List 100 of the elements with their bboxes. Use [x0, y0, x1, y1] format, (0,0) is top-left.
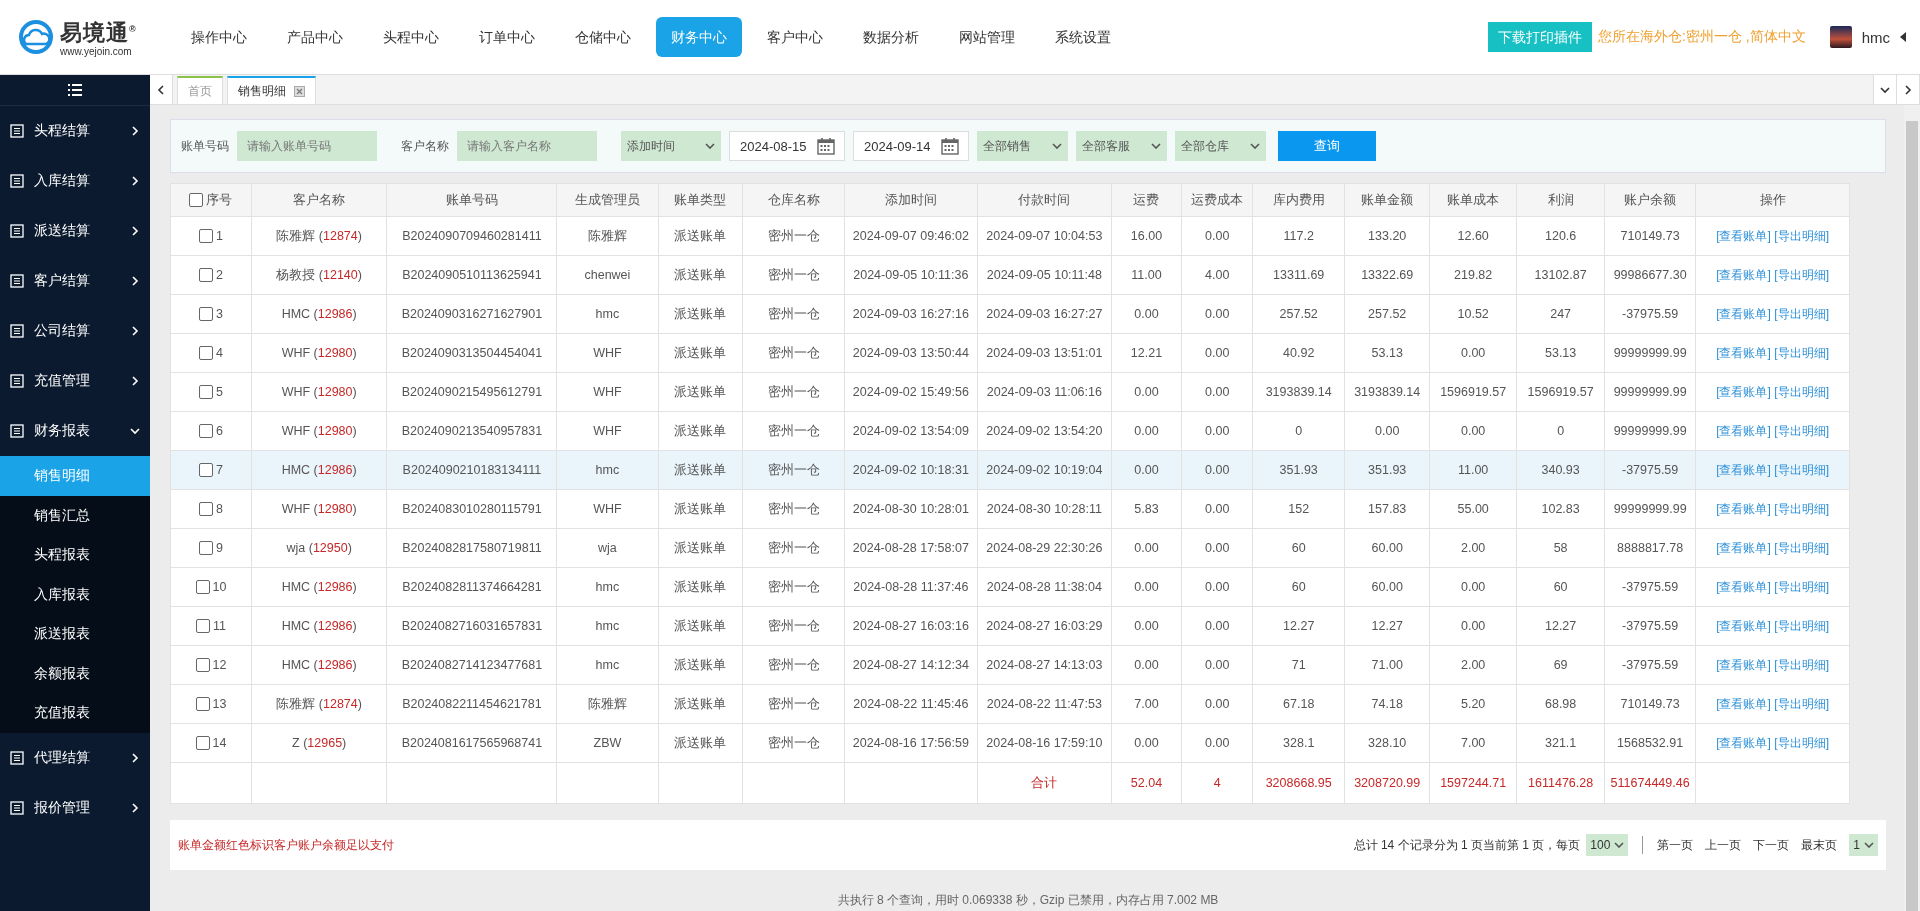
date-from-field[interactable]: 2024-08-15: [729, 131, 845, 161]
checkbox[interactable]: [195, 697, 210, 712]
scroll-left-button[interactable]: [150, 75, 173, 104]
action-link[interactable]: [查看账单]: [1716, 735, 1771, 750]
action-link[interactable]: [导出明细]: [1774, 618, 1829, 633]
action-link[interactable]: [查看账单]: [1716, 345, 1771, 360]
page-select[interactable]: 1: [1849, 834, 1878, 856]
sidebar-item[interactable]: 充值管理: [0, 356, 150, 406]
user-name[interactable]: hmc: [1861, 28, 1890, 46]
page-link[interactable]: 下一页: [1753, 836, 1790, 854]
action-link[interactable]: [查看账单]: [1716, 462, 1771, 477]
action-link[interactable]: [导出明细]: [1774, 423, 1829, 438]
sidebar-subitem[interactable]: 销售汇总: [0, 495, 150, 535]
action-link[interactable]: [查看账单]: [1716, 501, 1771, 516]
action-link[interactable]: [导出明细]: [1774, 462, 1829, 477]
checkbox[interactable]: [198, 541, 213, 556]
action-link[interactable]: [查看账单]: [1716, 384, 1771, 399]
query-button[interactable]: 查询: [1278, 131, 1376, 161]
date-to-field[interactable]: 2024-09-14: [853, 131, 969, 161]
time-type-select[interactable]: 添加时间: [621, 131, 721, 161]
sidebar-item[interactable]: 财务报表: [0, 406, 150, 456]
per-page-select[interactable]: 100: [1586, 834, 1629, 856]
customer-name-field[interactable]: 请输入客户名称: [457, 131, 597, 161]
action-link[interactable]: [查看账单]: [1716, 657, 1771, 672]
close-icon[interactable]: [294, 85, 305, 97]
caret-icon[interactable]: [1900, 32, 1906, 42]
checkbox[interactable]: [198, 463, 213, 478]
nav-tab[interactable]: 数据分析: [848, 17, 934, 57]
checkbox[interactable]: [198, 268, 213, 283]
nav-tab[interactable]: 头程中心: [368, 17, 454, 57]
dropdown-button[interactable]: [1873, 75, 1897, 104]
checkbox[interactable]: [198, 229, 213, 244]
sidebar-item[interactable]: 派送结算: [0, 206, 150, 256]
scroll-right-button[interactable]: [1897, 75, 1920, 104]
action-link[interactable]: [导出明细]: [1774, 657, 1829, 672]
action-link[interactable]: [导出明细]: [1774, 735, 1829, 750]
table-cell: wja (12950): [251, 528, 387, 568]
checkbox[interactable]: [198, 424, 213, 439]
action-link[interactable]: [导出明细]: [1774, 267, 1829, 282]
action-link[interactable]: [导出明细]: [1774, 345, 1829, 360]
sidebar-subitem[interactable]: 派送报表: [0, 614, 150, 654]
checkbox[interactable]: [198, 385, 213, 400]
nav-tab[interactable]: 操作中心: [176, 17, 262, 57]
nav-tab[interactable]: 客户中心: [752, 17, 838, 57]
page-tab[interactable]: 销售明细: [227, 76, 316, 104]
checkbox[interactable]: [195, 658, 210, 673]
action-link[interactable]: [导出明细]: [1774, 540, 1829, 555]
action-link[interactable]: [查看账单]: [1716, 267, 1771, 282]
table-cell: WHF (12980): [251, 333, 387, 373]
nav-tab[interactable]: 网站管理: [944, 17, 1030, 57]
nav-tab[interactable]: 订单中心: [464, 17, 550, 57]
sidebar-item[interactable]: 客户结算: [0, 256, 150, 306]
nav-tab[interactable]: 产品中心: [272, 17, 358, 57]
checkbox[interactable]: [198, 346, 213, 361]
stats-text: 共执行 8 个查询，用时 0.069338 秒，Gzip 已禁用，内存占用 7.002 MB: [836, 892, 1220, 909]
menu-icon[interactable]: [68, 84, 82, 96]
sidebar-subitem[interactable]: 头程报表: [0, 535, 150, 575]
checkbox[interactable]: [195, 736, 210, 751]
action-link[interactable]: [查看账单]: [1716, 540, 1771, 555]
filter-select[interactable]: 全部仓库: [1175, 131, 1266, 161]
checkbox[interactable]: [198, 502, 213, 517]
sidebar-subitem[interactable]: 余额报表: [0, 653, 150, 693]
checkbox[interactable]: [189, 193, 204, 208]
action-link[interactable]: [查看账单]: [1716, 228, 1771, 243]
sidebar-item[interactable]: 头程结算: [0, 106, 150, 156]
table-cell: hmc: [556, 645, 658, 685]
table-cell: 派送账单: [658, 645, 743, 685]
filter-select[interactable]: 全部客服: [1076, 131, 1167, 161]
action-link[interactable]: [查看账单]: [1716, 306, 1771, 321]
action-link[interactable]: [导出明细]: [1774, 228, 1829, 243]
checkbox[interactable]: [195, 619, 210, 634]
action-link[interactable]: [导出明细]: [1774, 579, 1829, 594]
sidebar-item[interactable]: 入库结算: [0, 156, 150, 206]
page-link[interactable]: 上一页: [1705, 836, 1742, 854]
scrollbar[interactable]: [1904, 105, 1920, 911]
sidebar-item[interactable]: 报价管理: [0, 782, 150, 833]
nav-tab[interactable]: 仓储中心: [560, 17, 646, 57]
action-link[interactable]: [导出明细]: [1774, 501, 1829, 516]
sidebar-subitem[interactable]: 充值报表: [0, 693, 150, 733]
filter-select[interactable]: 全部销售: [977, 131, 1068, 161]
action-link[interactable]: [查看账单]: [1716, 618, 1771, 633]
checkbox[interactable]: [198, 307, 213, 322]
page-link[interactable]: 最末页: [1801, 836, 1838, 854]
action-link[interactable]: [导出明细]: [1774, 696, 1829, 711]
action-link[interactable]: [查看账单]: [1716, 423, 1771, 438]
table-cell: B2024090313504454041: [386, 333, 557, 373]
table-cell: 0.00: [1181, 684, 1253, 724]
sidebar-item[interactable]: 代理结算: [0, 732, 150, 783]
table-cell: 0.00: [1429, 567, 1517, 607]
action-link[interactable]: [导出明细]: [1774, 306, 1829, 321]
sidebar-item[interactable]: 公司结算: [0, 306, 150, 356]
bill-number-field[interactable]: 请输入账单号码: [237, 131, 377, 161]
action-link[interactable]: [查看账单]: [1716, 696, 1771, 711]
nav-tab[interactable]: 系统设置: [1040, 17, 1126, 57]
checkbox[interactable]: [195, 580, 210, 595]
action-link[interactable]: [查看账单]: [1716, 579, 1771, 594]
sidebar-subitem[interactable]: 入库报表: [0, 574, 150, 614]
action-link[interactable]: [导出明细]: [1774, 384, 1829, 399]
page-link[interactable]: 第一页: [1657, 836, 1694, 854]
list-icon: [10, 174, 24, 188]
